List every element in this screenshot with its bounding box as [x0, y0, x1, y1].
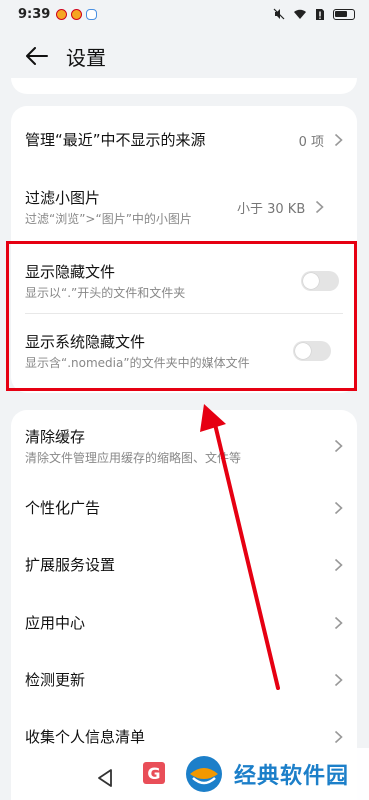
status-right	[273, 8, 355, 21]
row-text: 过滤小图片 过滤“浏览”>“图片”中的小图片	[25, 188, 237, 227]
app-notification-icon	[86, 8, 98, 20]
card-previous-section	[11, 78, 357, 94]
page-title: 设置	[66, 45, 106, 70]
row-text: 应用中心	[25, 613, 334, 633]
personal-info-list-row[interactable]: 收集个人信息清单	[25, 725, 343, 749]
highlight-box-annotation	[6, 241, 357, 391]
personal-info-list-title: 收集个人信息清单	[25, 728, 146, 746]
watermark-g-badge: G	[143, 762, 165, 784]
filter-images-row[interactable]: 过滤小图片 过滤“浏览”>“图片”中的小图片 小于 30 KB	[25, 178, 343, 236]
status-bar: 9:39	[0, 0, 369, 28]
watermark-text: 经典软件园	[234, 764, 350, 789]
back-arrow-icon[interactable]	[24, 43, 50, 69]
sim-alert-icon	[316, 8, 324, 20]
chevron-right-icon	[334, 730, 343, 744]
clear-cache-subtitle: 清除文件管理应用缓存的缩略图、文件等	[25, 450, 242, 465]
chevron-right-icon	[334, 558, 343, 572]
weibo-notification-icon	[56, 8, 68, 20]
row-text: 扩展服务设置	[25, 555, 334, 575]
check-update-row[interactable]: 检测更新	[25, 668, 343, 692]
personalized-ads-row[interactable]: 个性化广告	[25, 496, 343, 520]
filter-images-subtitle: 过滤“浏览”>“图片”中的小图片	[25, 211, 192, 226]
filter-images-value: 小于 30 KB	[237, 201, 306, 217]
card-other-settings: 清除缓存 清除文件管理应用缓存的缩略图、文件等 个性化广告 扩展服务设置 应用中…	[11, 410, 357, 800]
chevron-right-icon	[334, 673, 343, 687]
row-text: 收集个人信息清单	[25, 727, 334, 747]
chevron-right-icon	[334, 616, 343, 630]
recent-sources-row[interactable]: 管理“最近”中不显示的来源 0 项	[25, 128, 343, 152]
extension-services-title: 扩展服务设置	[25, 556, 116, 574]
filter-images-title: 过滤小图片	[25, 188, 101, 207]
personalized-ads-title: 个性化广告	[25, 499, 101, 517]
chevron-right-icon	[316, 200, 324, 214]
row-text: 检测更新	[25, 670, 334, 690]
header: 设置	[0, 32, 369, 80]
status-left: 9:39	[18, 6, 98, 22]
weibo-notification-icon-2	[71, 8, 83, 20]
nav-back-icon[interactable]	[96, 768, 114, 788]
recent-sources-value: 0 项	[298, 134, 324, 150]
app-center-row[interactable]: 应用中心	[25, 611, 343, 635]
chevron-right-icon	[334, 133, 343, 147]
row-text: 管理“最近”中不显示的来源	[25, 130, 299, 150]
chevron-right-icon	[334, 439, 343, 453]
clear-cache-title: 清除缓存	[25, 427, 86, 446]
chevron-right-icon	[334, 501, 343, 515]
status-time: 9:39	[18, 6, 51, 22]
row-text: 清除缓存 清除文件管理应用缓存的缩略图、文件等	[25, 427, 334, 466]
watermark: 经典软件园	[170, 748, 369, 800]
recent-sources-title: 管理“最近”中不显示的来源	[25, 131, 206, 149]
watermark-logo-icon	[186, 756, 222, 792]
extension-services-row[interactable]: 扩展服务设置	[25, 553, 343, 577]
row-text: 个性化广告	[25, 498, 334, 518]
battery-icon	[333, 8, 355, 20]
wifi-icon	[294, 9, 306, 19]
app-center-title: 应用中心	[25, 614, 86, 632]
mute-icon	[273, 8, 285, 20]
check-update-title: 检测更新	[25, 671, 86, 689]
clear-cache-row[interactable]: 清除缓存 清除文件管理应用缓存的缩略图、文件等	[25, 424, 343, 468]
